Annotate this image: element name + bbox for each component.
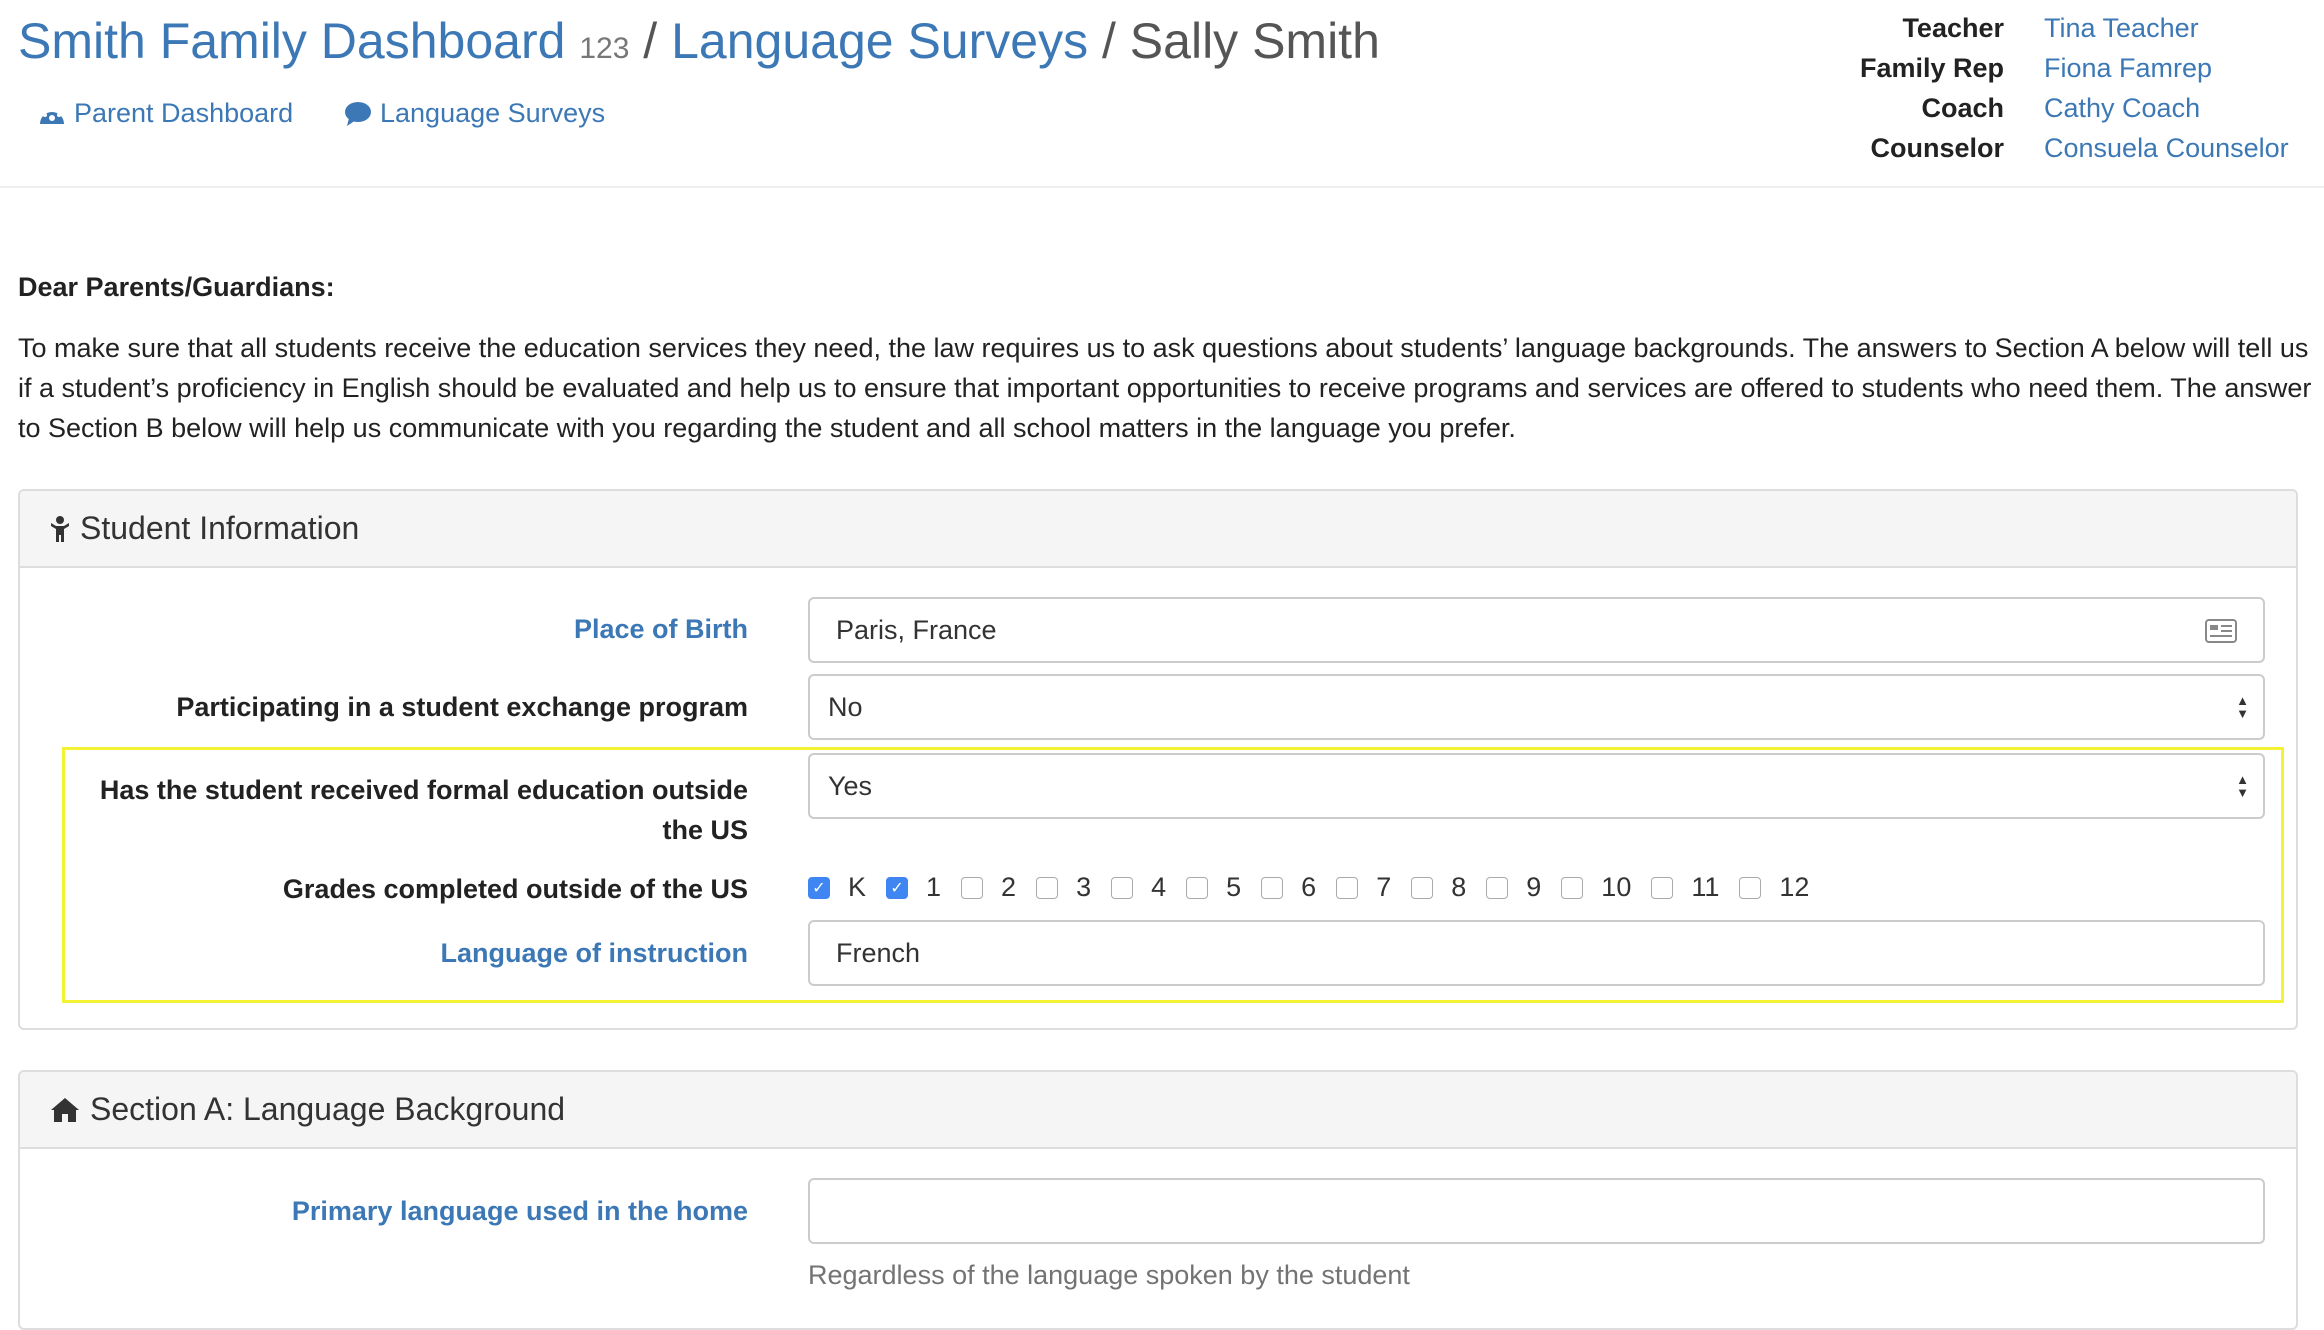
grade-option[interactable]: ✓ 1 (886, 872, 961, 903)
breadcrumb-family-dashboard[interactable]: Smith Family Dashboard (18, 13, 565, 69)
child-icon (51, 515, 69, 542)
grade-label: 5 (1226, 872, 1242, 902)
nav-label: Parent Dashboard (74, 98, 294, 128)
grade-option[interactable]: 3 (1036, 872, 1111, 903)
family-id: 123 (579, 32, 630, 65)
grade-checkbox[interactable] (1739, 876, 1762, 899)
grade-checkbox[interactable] (1036, 876, 1059, 899)
exchange-label: Participating in a student exchange prog… (176, 692, 748, 722)
staff-role: Teacher (1902, 12, 2004, 43)
staff-link-counselor[interactable]: Consuela Counselor (2044, 133, 2289, 164)
label-line: Has the student received formal educatio… (99, 775, 748, 805)
grade-checkbox[interactable] (1651, 876, 1674, 899)
staff-link-teacher[interactable]: Tina Teacher (2044, 13, 2199, 44)
select-value: Yes (828, 770, 873, 801)
intro-paragraph: To make sure that all students receive t… (18, 333, 2312, 443)
grade-label: 1 (926, 872, 942, 902)
grade-checkbox[interactable] (961, 876, 984, 899)
input-value: Paris, France (836, 614, 997, 645)
grade-checkbox[interactable] (1411, 876, 1434, 899)
grade-option[interactable]: 2 (961, 872, 1036, 903)
grade-option[interactable]: 4 (1111, 872, 1186, 903)
staff-role: Coach (1921, 92, 2004, 123)
panel-heading: Student Information (20, 491, 2296, 568)
greeting: Dear Parents/Guardians: (18, 272, 335, 302)
nav-language-surveys[interactable]: Language Surveys (344, 98, 605, 129)
grade-label: 11 (1691, 872, 1720, 902)
page-title: Smith Family Dashboard 123 / Language Su… (18, 12, 1380, 70)
breadcrumb-separator: / (643, 13, 658, 69)
staff-link-family-rep[interactable]: Fiona Famrep (2044, 53, 2212, 84)
exchange-select[interactable]: No ▲ ▼ (808, 674, 2265, 740)
place-of-birth-label[interactable]: Place of Birth (574, 614, 748, 645)
panel-heading: Section A: Language Background (20, 1072, 2296, 1149)
formal-education-label: Has the student received formal educatio… (100, 770, 748, 850)
header-divider (0, 186, 2324, 188)
grade-label: K (848, 872, 867, 902)
grade-checkbox[interactable] (1186, 876, 1209, 899)
grade-option[interactable]: 7 (1336, 872, 1411, 903)
primary-language-help: Regardless of the language spoken by the… (808, 1260, 1410, 1290)
input-value: French (836, 937, 921, 968)
nav-parent-dashboard[interactable]: Parent Dashboard (38, 98, 293, 129)
grade-checkbox[interactable] (1261, 876, 1284, 899)
grade-option[interactable]: 11 (1651, 872, 1739, 903)
grade-label: 7 (1376, 872, 1392, 902)
home-icon (51, 1097, 79, 1122)
breadcrumb-student: Sally Smith (1129, 13, 1380, 69)
label-line: the US (662, 815, 748, 845)
primary-language-input[interactable] (808, 1178, 2265, 1244)
grade-checkbox[interactable] (1111, 876, 1134, 899)
grades-checkbox-group: ✓ K ✓ 1 2 3 4 5 6 7 8 9 10 11 12 (808, 872, 1829, 903)
grade-option[interactable]: 10 (1561, 872, 1651, 903)
breadcrumb-separator: / (1101, 13, 1116, 69)
panel-title: Section A: Language Background (90, 1091, 566, 1127)
staff-role: Family Rep (1859, 52, 2004, 83)
grade-option[interactable]: 12 (1739, 872, 1829, 903)
select-value: No (828, 691, 863, 722)
place-of-birth-input[interactable]: Paris, France (808, 597, 2265, 663)
staff-contacts: Teacher Tina Teacher Family Rep Fiona Famr… (1700, 8, 2300, 168)
panel-title: Student Information (80, 510, 360, 546)
grade-checkbox[interactable]: ✓ (886, 876, 909, 899)
staff-role: Counselor (1870, 132, 2004, 163)
grades-label: Grades completed outside of the US (282, 874, 748, 904)
grade-label: 2 (1001, 872, 1017, 902)
grade-checkbox[interactable] (1486, 876, 1509, 899)
grade-label: 8 (1451, 872, 1467, 902)
nav-label: Language Surveys (380, 98, 606, 128)
grade-checkbox[interactable] (1336, 876, 1359, 899)
primary-language-label[interactable]: Primary language used in the home (292, 1196, 748, 1227)
comment-icon (345, 101, 371, 126)
grade-label: 9 (1526, 872, 1542, 902)
select-arrows-icon: ▲ ▼ (2236, 772, 2249, 800)
grade-label: 6 (1301, 872, 1317, 902)
grade-option[interactable]: ✓ K (808, 872, 886, 903)
grade-label: 12 (1779, 872, 1810, 902)
select-arrows-icon: ▲ ▼ (2236, 693, 2249, 721)
language-of-instruction-input[interactable]: French (808, 920, 2265, 986)
grade-label: 4 (1151, 872, 1167, 902)
breadcrumb-language-surveys[interactable]: Language Surveys (671, 13, 1088, 69)
grade-checkbox[interactable] (1561, 876, 1584, 899)
grade-option[interactable]: 9 (1486, 872, 1561, 903)
dashboard-icon (40, 105, 64, 124)
grade-checkbox[interactable]: ✓ (808, 876, 830, 899)
grade-option[interactable]: 6 (1261, 872, 1336, 903)
address-card-icon (2205, 619, 2237, 643)
grade-option[interactable]: 5 (1186, 872, 1261, 903)
grade-label: 3 (1076, 872, 1092, 902)
language-of-instruction-label[interactable]: Language of instruction (441, 938, 749, 969)
formal-education-select[interactable]: Yes ▲ ▼ (808, 753, 2265, 819)
grade-label: 10 (1601, 872, 1632, 902)
grade-option[interactable]: 8 (1411, 872, 1486, 903)
staff-link-coach[interactable]: Cathy Coach (2044, 93, 2200, 124)
